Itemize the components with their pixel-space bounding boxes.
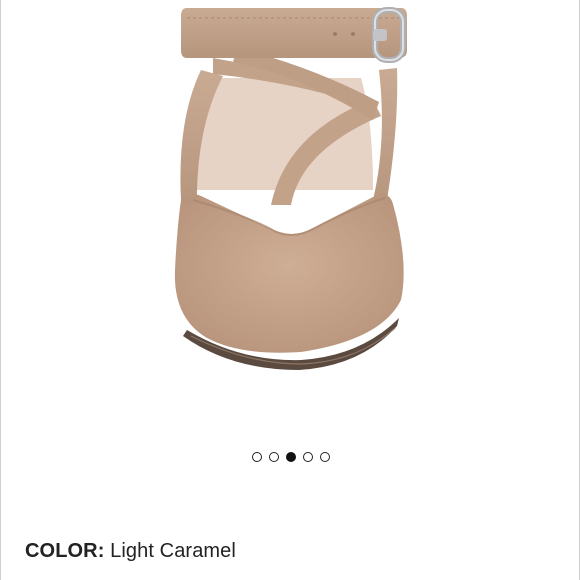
shoe-illustration — [174, 7, 407, 370]
carousel-dot-5[interactable] — [320, 452, 330, 462]
carousel-dot-1[interactable] — [252, 452, 262, 462]
carousel-indicators — [1, 452, 580, 462]
shoe-toe — [174, 193, 404, 353]
product-page: COLOR: Light Caramel — [0, 0, 580, 580]
color-label: COLOR: — [25, 540, 111, 562]
product-image[interactable] — [1, 0, 580, 430]
carousel-dot-4[interactable] — [303, 452, 313, 462]
color-value: Light Caramel — [110, 540, 236, 562]
shoe-upper-right — [373, 68, 398, 212]
color-info: COLOR: Light Caramel — [25, 540, 236, 563]
carousel-dot-2[interactable] — [269, 452, 279, 462]
carousel-dot-3[interactable] — [286, 452, 296, 462]
